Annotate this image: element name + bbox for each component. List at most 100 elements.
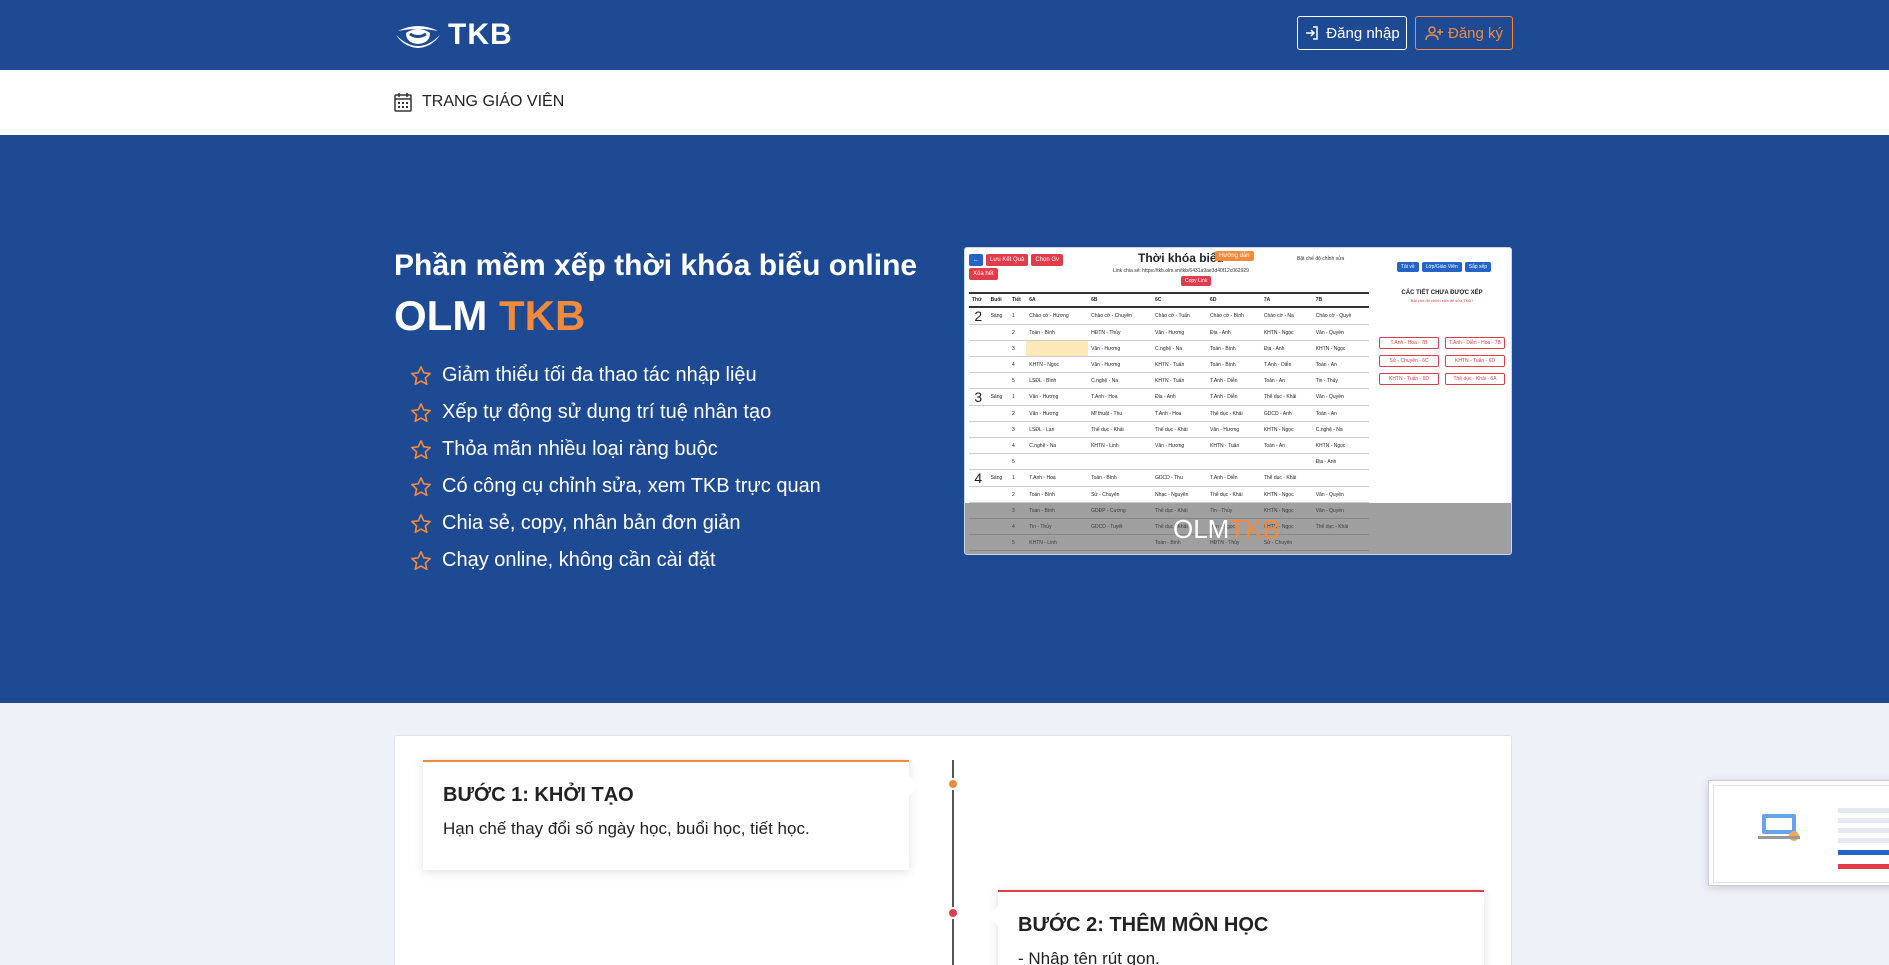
preview-cell	[987, 486, 1010, 503]
preview-class-teacher-button: Lớp/Giáo Viên	[1421, 262, 1462, 272]
preview-cell: T.Anh - Hoa	[1026, 469, 1089, 487]
login-button[interactable]: Đăng nhập	[1297, 16, 1407, 50]
preview-cell: Nhạc - Nguyên	[1152, 486, 1208, 503]
illustration-icon	[1758, 814, 1800, 841]
preview-cell: 5	[1009, 372, 1027, 389]
preview-column-header: Thứ	[969, 292, 988, 308]
preview-cell: 4	[1009, 437, 1027, 454]
feature-item: Chạy online, không cần cài đặt	[410, 542, 821, 579]
preview-title: Thời khóa biểu	[1138, 251, 1224, 265]
preview-cell: Thể dục - Khải	[1260, 469, 1313, 487]
star-icon	[411, 365, 431, 385]
preview-cell	[987, 340, 1010, 357]
preview-cell: Chào cờ - Quyề	[1312, 307, 1369, 325]
preview-cell: KHTN - Tuấn	[1152, 356, 1208, 373]
preview-sort-button: Sắp xếp	[1464, 262, 1492, 272]
preview-cell: Chào cờ - Chuyên	[1088, 307, 1153, 325]
preview-cell	[969, 437, 988, 454]
preview-cell: Toán - Bình	[1026, 324, 1089, 341]
register-label: Đăng ký	[1447, 24, 1504, 42]
form-illustration-icon	[1838, 808, 1889, 869]
feature-item: Thỏa mãn nhiều loại ràng buộc	[410, 431, 821, 468]
preview-row: 3 LSĐL - Lan Thể dục - Khải Thể dục - Khải V…	[969, 421, 1369, 438]
unscheduled-title: CÁC TIẾT CHƯA ĐƯỢC XẾP	[1401, 290, 1483, 296]
preview-cell	[1026, 453, 1089, 470]
step-card-2: BƯỚC 2: THÊM MÔN HỌC - Nhập tên rút gọn.	[988, 890, 1484, 965]
preview-cell: T.Anh - Diễn	[1207, 388, 1261, 406]
preview-cell: 4	[1009, 356, 1027, 373]
preview-cell: GDCD - Anh	[1260, 405, 1313, 422]
floating-screenshot-thumbnail[interactable]	[1708, 780, 1889, 886]
preview-cell: Mĩ thuật - Thu	[1088, 405, 1153, 422]
preview-row: 5 Địa - Anh	[969, 453, 1369, 470]
preview-cell: Chào cờ - Bình	[1207, 307, 1261, 325]
register-button[interactable]: Đăng ký	[1415, 16, 1513, 50]
preview-cell: Chào cờ - Na	[1260, 307, 1313, 325]
preview-row: 4 Sáng 1 T.Anh - Hoa Toán - Bình GDCD - Thu T.…	[969, 469, 1369, 487]
preview-clear-button: Xóa hết	[969, 268, 998, 280]
preview-cell	[969, 453, 988, 470]
feature-text: Xếp tự động sử dụng trí tuệ nhân tạo	[442, 401, 772, 423]
tkb-logo[interactable]: TKB	[394, 17, 513, 53]
preview-cell: Thể dục - Khải	[1152, 421, 1208, 438]
preview-cell: T.Anh - Diễn	[1260, 356, 1313, 373]
preview-cell: Thể dục - Khải	[1260, 388, 1313, 406]
preview-edit-toggle: Bật chế độ chỉnh sửa	[1297, 256, 1345, 262]
preview-cell: 3	[969, 388, 988, 406]
teacher-page-link[interactable]: TRANG GIÁO VIÊN	[394, 92, 564, 112]
preview-cell: Tin - Thủy	[1312, 372, 1369, 389]
unscheduled-item: Sử - Chuyên - 6C	[1379, 355, 1439, 367]
preview-cell	[1207, 453, 1261, 470]
preview-cell: Toán - An	[1260, 372, 1313, 389]
preview-cell: Địa - Anh	[1312, 453, 1369, 470]
step-card-1: BƯỚC 1: KHỞI TẠO Hạn chế thay đổi số ngà…	[423, 760, 919, 870]
preview-column-header: Tiết	[1009, 292, 1027, 308]
step-description: Hạn chế thay đổi số ngày học, buổi học, …	[443, 819, 810, 838]
preview-cell	[987, 421, 1010, 438]
unscheduled-item: T.Anh - Diễn - Hoa - 7B	[1445, 337, 1505, 349]
step-title: BƯỚC 1: KHỞI TẠO	[443, 784, 634, 806]
preview-toolbar: ← Lưu Kết Quả Chọn Gv	[969, 254, 1064, 266]
preview-cell	[987, 453, 1010, 470]
feature-item: Xếp tự động sử dụng trí tuệ nhân tạo	[410, 394, 821, 431]
preview-row: 3 Văn - Hương C.nghệ - Na Toán - Bình Địa - …	[969, 340, 1369, 357]
hero-section: Phần mềm xếp thời khóa biểu online OLM T…	[0, 135, 1889, 703]
feature-item: Chia sẻ, copy, nhân bản đơn giản	[410, 505, 821, 542]
preview-cell: Văn - Hương	[1207, 421, 1261, 438]
preview-cell	[969, 421, 988, 438]
preview-cell: T.Anh - Hoa	[1088, 388, 1153, 406]
watermark-accent: TKB	[1229, 514, 1280, 544]
preview-column-header: 6C	[1152, 292, 1208, 308]
preview-cell: 1	[1009, 388, 1027, 406]
unscheduled-item: T.Anh - Hoa - 7B	[1379, 337, 1439, 349]
preview-cell: Văn - Quyền	[1312, 388, 1369, 406]
preview-cell: KHTN - Tuấn	[1152, 372, 1208, 389]
preview-cell: Địa - Anh	[1260, 340, 1313, 357]
login-label: Đăng nhập	[1326, 24, 1400, 42]
preview-cell: 4	[969, 469, 988, 487]
preview-watermark: OLMTKB	[1173, 514, 1280, 545]
preview-cell: T.Anh - Hoa	[1152, 405, 1208, 422]
preview-cell: Văn - Hương	[1026, 405, 1089, 422]
preview-cell: KHTN - Ngọc	[1312, 340, 1369, 357]
preview-cell	[987, 356, 1010, 373]
feature-text: Thỏa mãn nhiều loại ràng buộc	[442, 438, 718, 460]
login-icon	[1306, 26, 1319, 40]
preview-cell	[969, 372, 988, 389]
preview-cell: T.Anh - Diễn	[1207, 469, 1261, 487]
preview-cell: C.nghệ - Na	[1152, 340, 1208, 357]
preview-choose-teacher-button: Chọn Gv	[1031, 254, 1064, 266]
step-description: - Nhập tên rút gọn.	[1018, 949, 1160, 965]
preview-download-button: Tải về	[1397, 262, 1419, 272]
star-icon	[411, 476, 431, 496]
timeline-dot	[947, 778, 959, 790]
preview-cell: Văn - Quyền	[1312, 324, 1369, 341]
preview-row: 2 Sáng 1 Chào cờ - Hương Chào cờ - Chuyên Chà…	[969, 307, 1369, 325]
preview-cell: 1	[1009, 469, 1027, 487]
preview-cell: Địa - Anh	[1207, 324, 1261, 341]
timetable-preview-image[interactable]: ← Lưu Kết Quả Chọn Gv Xóa hết Thời khóa …	[964, 247, 1512, 555]
preview-cell: HĐTN - Thủy	[1088, 324, 1153, 341]
unscheduled-item: KHTN - Tuấn - 6D	[1379, 373, 1439, 385]
thumbnail-frame	[1713, 785, 1889, 883]
preview-cell: Văn - Hương	[1088, 356, 1153, 373]
